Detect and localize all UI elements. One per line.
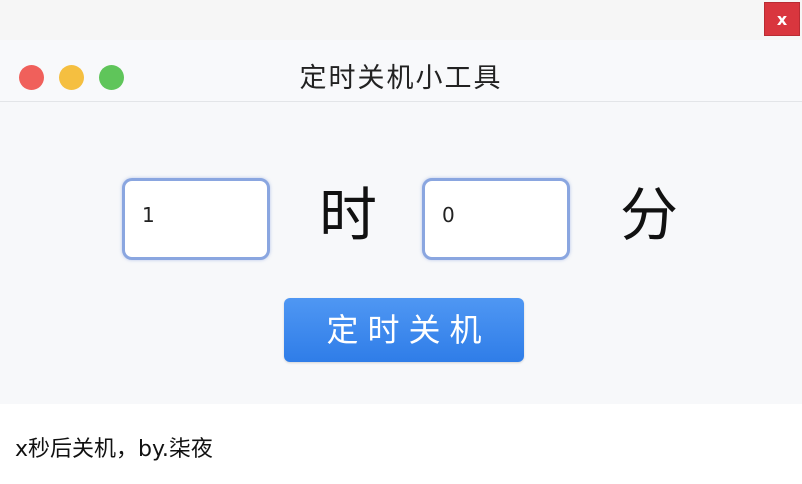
status-bar: x秒后关机，by.柒夜 [0, 404, 802, 484]
schedule-shutdown-button[interactable]: 定时关机 [284, 298, 524, 362]
window-title: 定时关机小工具 [299, 63, 503, 94]
hours-input[interactable]: 1 [122, 178, 270, 260]
hours-unit-label: 时 [319, 181, 378, 249]
close-button[interactable]: x [764, 2, 800, 36]
app-header: 定时关机小工具 [0, 40, 802, 102]
status-text: x秒后关机，by.柒夜 [15, 437, 213, 462]
outer-title-bar: x [0, 0, 802, 40]
minutes-input[interactable]: 0 [422, 178, 570, 260]
timer-form: 1 时 0 分 定时关机 [0, 102, 802, 404]
minutes-unit-label: 分 [620, 181, 679, 249]
app-window: x 定时关机小工具 1 时 0 分 定时关机 x秒后关机，by.柒夜 [0, 0, 802, 484]
